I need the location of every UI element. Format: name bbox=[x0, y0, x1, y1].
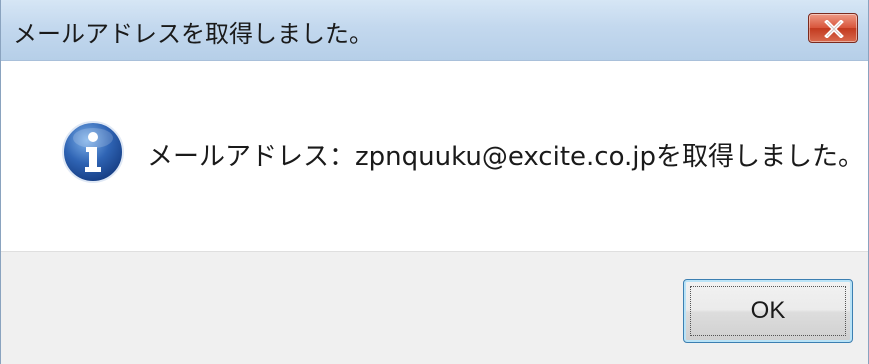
close-icon bbox=[824, 20, 844, 38]
ok-button[interactable]: OK bbox=[683, 279, 853, 343]
dialog-content: メールアドレス：zpnquuku@excite.co.jpを取得しました。 bbox=[1, 61, 868, 251]
message-dialog: メールアドレスを取得しました。 メールアドレス：zpnquuku@excite.… bbox=[0, 0, 869, 364]
button-bar: OK bbox=[1, 251, 868, 364]
window-title: メールアドレスを取得しました。 bbox=[13, 20, 373, 48]
dialog-message: メールアドレス：zpnquuku@excite.co.jpを取得しました。 bbox=[147, 142, 865, 172]
info-icon bbox=[62, 121, 124, 183]
ok-button-label: OK bbox=[750, 297, 786, 324]
title-bar[interactable]: メールアドレスを取得しました。 bbox=[1, 0, 868, 61]
close-button[interactable] bbox=[808, 13, 858, 43]
